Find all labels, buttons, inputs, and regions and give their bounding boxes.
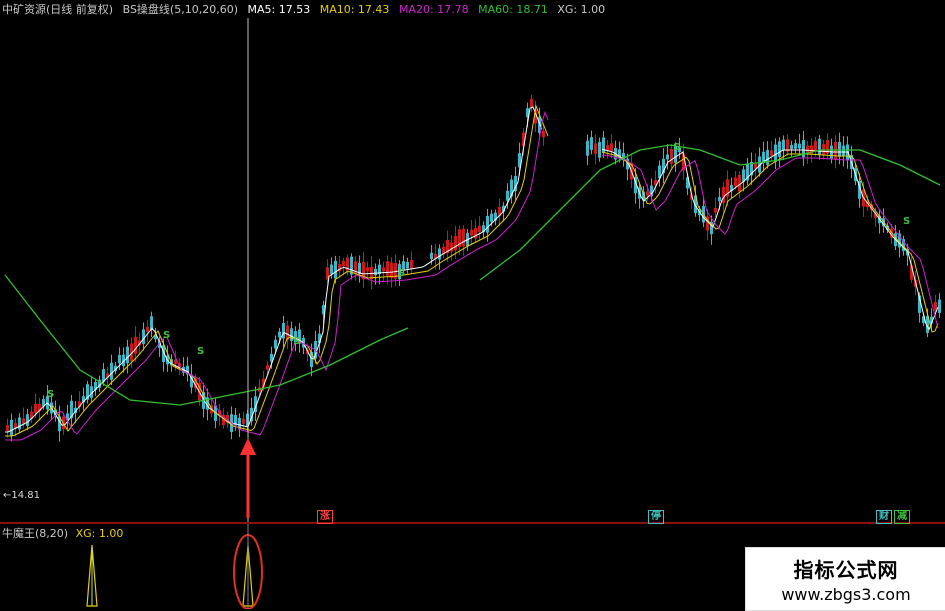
candle-body bbox=[366, 267, 369, 272]
marker-ting: 停 bbox=[648, 510, 664, 524]
candle-body bbox=[606, 145, 609, 151]
ma10-value: MA10: 17.43 bbox=[319, 3, 390, 16]
marker-zhang: 涨 bbox=[317, 510, 333, 524]
candle-body bbox=[530, 98, 533, 107]
ma20-line-b bbox=[601, 154, 939, 329]
candle-body bbox=[134, 336, 137, 354]
candle-body bbox=[118, 355, 121, 364]
candle-body bbox=[602, 137, 605, 153]
candle-body bbox=[26, 414, 29, 426]
watermark-title: 指标公式网 bbox=[793, 558, 899, 582]
marker-jian: 减 bbox=[894, 510, 910, 524]
watermark-box: 指标公式网 www.zbgs3.com bbox=[745, 547, 945, 611]
sub-header: 牛魔王(8,20) XG: 1.00 bbox=[2, 525, 123, 541]
sell-signal-s: S bbox=[197, 346, 204, 357]
candle-body bbox=[722, 186, 725, 204]
candle-body bbox=[266, 365, 269, 370]
candle-body bbox=[830, 145, 833, 160]
indicator-name: BS操盘线(5,10,20,60) bbox=[122, 3, 238, 16]
xg-value: XG: 1.00 bbox=[557, 3, 606, 16]
candle-body bbox=[646, 191, 649, 196]
price-low-label: ←14.81 bbox=[3, 490, 41, 501]
candle-body bbox=[274, 339, 277, 349]
candle-body bbox=[770, 150, 773, 157]
ma10-line-b bbox=[601, 151, 939, 333]
candle-body bbox=[390, 262, 393, 279]
candle-body bbox=[386, 261, 389, 276]
candle-body bbox=[490, 213, 493, 222]
watermark-url: www.zbgs3.com bbox=[781, 585, 911, 604]
candle-body bbox=[10, 419, 13, 437]
candle-body bbox=[474, 227, 477, 239]
candle-body bbox=[478, 225, 481, 232]
main-header: 中矿资源(日线 前复权) BS操盘线(5,10,20,60) MA5: 17.5… bbox=[2, 1, 611, 17]
sell-signal-s: S bbox=[398, 268, 405, 279]
candle-body bbox=[374, 268, 377, 276]
candle-body bbox=[598, 142, 601, 158]
candle-body bbox=[834, 141, 837, 160]
sub-xg: XG: 1.00 bbox=[75, 527, 124, 540]
candle-body bbox=[586, 140, 589, 156]
candle-body bbox=[282, 323, 285, 339]
marker-cai: 财 bbox=[876, 510, 892, 524]
candlestick-chart[interactable]: S S S S S S S bbox=[0, 0, 945, 609]
candle-body bbox=[486, 216, 489, 233]
candle-body bbox=[594, 143, 597, 154]
ma60-line-a bbox=[4, 274, 409, 406]
candle-body bbox=[590, 137, 593, 150]
candle-body bbox=[410, 259, 413, 269]
candle-body bbox=[778, 141, 781, 158]
candle-body bbox=[330, 264, 333, 274]
candle-body bbox=[470, 229, 473, 236]
stock-name: 中矿资源(日线 前复权) bbox=[2, 3, 114, 16]
candle-body bbox=[782, 139, 785, 151]
candle-body bbox=[430, 252, 433, 260]
candle-body bbox=[382, 267, 385, 272]
candle-body bbox=[406, 262, 409, 269]
candle-body bbox=[818, 138, 821, 156]
candle-body bbox=[150, 316, 153, 330]
candle-body bbox=[766, 149, 769, 165]
candle-body bbox=[794, 143, 797, 149]
sell-signal-s: S bbox=[163, 330, 170, 341]
candle-body bbox=[438, 248, 441, 260]
candle-body bbox=[334, 260, 337, 279]
candle-body bbox=[714, 207, 717, 213]
ma20-value: MA20: 17.78 bbox=[398, 3, 469, 16]
candle-body bbox=[18, 417, 21, 430]
candle-body bbox=[718, 196, 721, 202]
ma60-value: MA60: 18.71 bbox=[478, 3, 548, 16]
candle-body bbox=[790, 144, 793, 150]
candle-body bbox=[110, 362, 113, 380]
candle-body bbox=[842, 145, 845, 157]
candle-body bbox=[146, 326, 149, 332]
candle-body bbox=[126, 346, 129, 364]
candle-body bbox=[734, 177, 737, 187]
candle-body bbox=[242, 418, 245, 424]
sell-signal-s: S bbox=[673, 142, 680, 153]
sell-signal-s: S bbox=[293, 336, 300, 347]
candle-body bbox=[462, 228, 465, 247]
ma5-line-a bbox=[5, 106, 543, 433]
candle-body bbox=[6, 425, 9, 431]
candle-body bbox=[22, 418, 25, 425]
candle-body bbox=[938, 299, 941, 313]
candle-body bbox=[774, 144, 777, 162]
ma5-value: MA5: 17.53 bbox=[247, 3, 311, 16]
candle-body bbox=[806, 145, 809, 154]
candle-body bbox=[278, 331, 281, 338]
up-arrow-head bbox=[240, 438, 256, 455]
candle-body bbox=[454, 235, 457, 251]
candle-body bbox=[506, 190, 509, 201]
sub-title: 牛魔王(8,20) bbox=[2, 527, 69, 540]
candle-body bbox=[542, 130, 545, 138]
candle-body bbox=[798, 143, 801, 149]
candle-body bbox=[666, 154, 669, 160]
candle-body bbox=[34, 404, 37, 413]
sell-signal-s: S bbox=[903, 216, 910, 227]
candle-body bbox=[342, 260, 345, 267]
sell-signal-s: S bbox=[47, 389, 54, 400]
candle-body bbox=[610, 143, 613, 152]
candle-body bbox=[142, 329, 145, 344]
